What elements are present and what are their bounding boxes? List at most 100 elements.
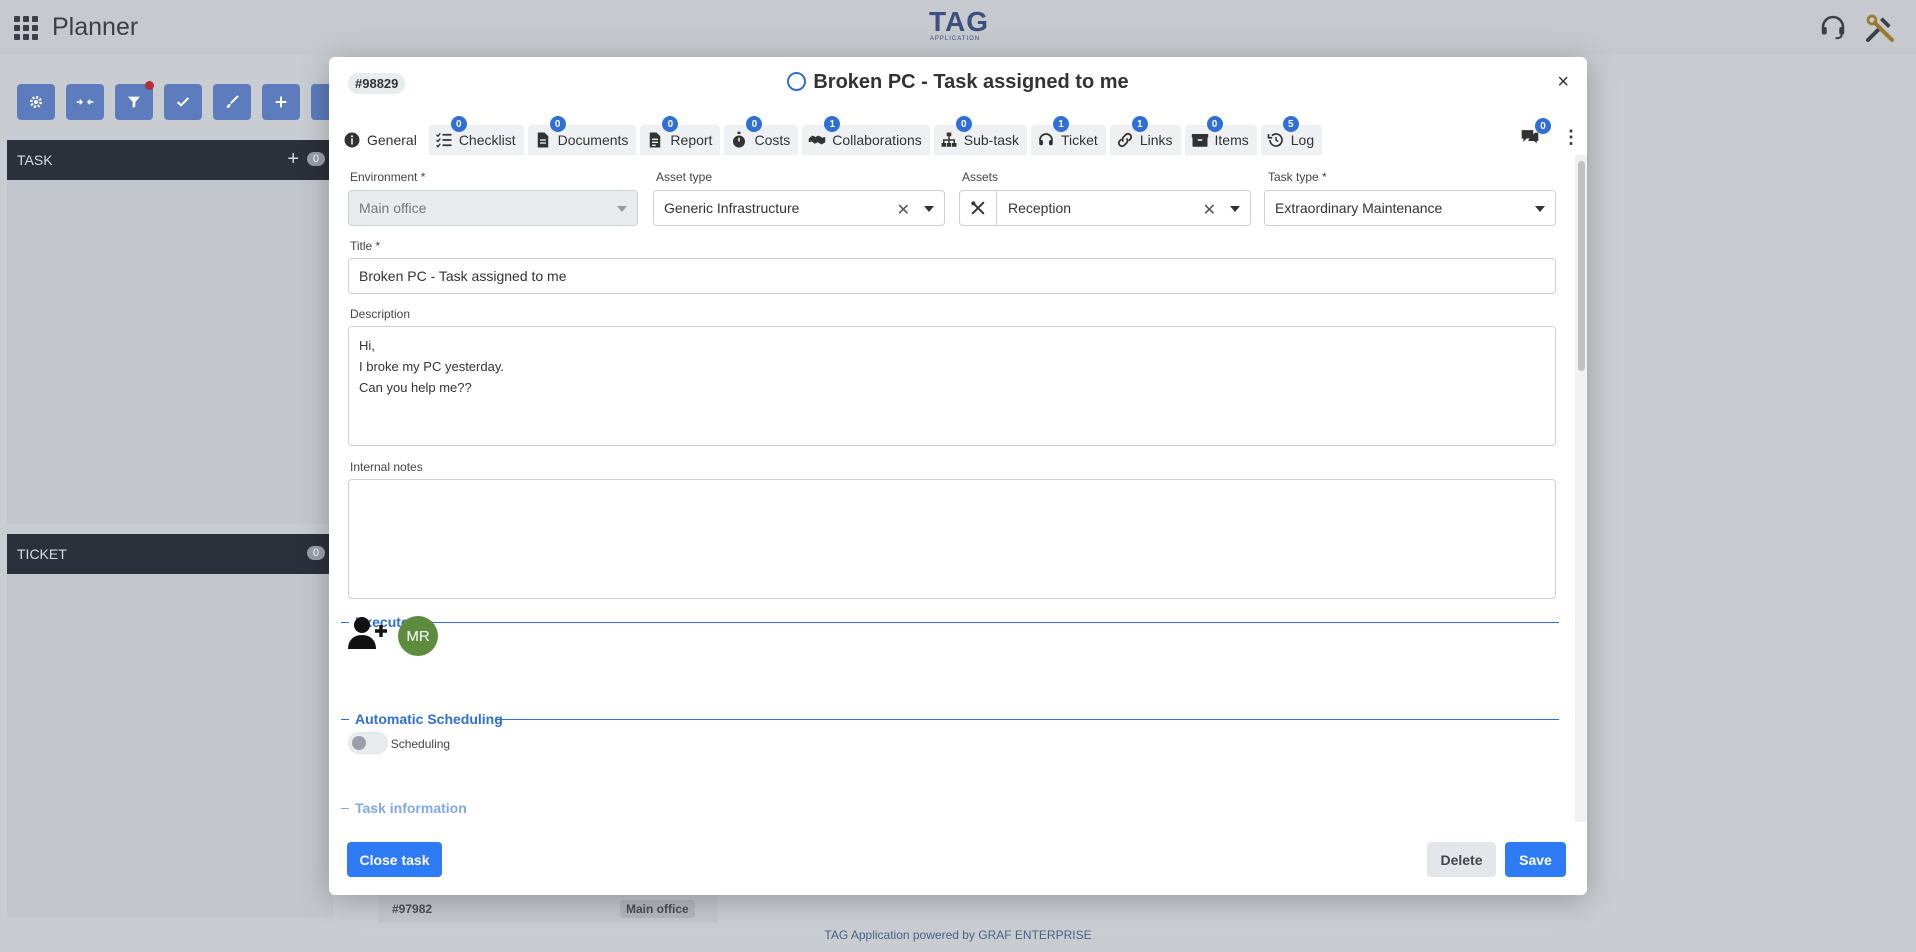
toggle-knob	[352, 736, 366, 750]
tab-checklist[interactable]: 0 Checklist	[428, 116, 524, 155]
task-modal: #98829 Broken PC - Task assigned to me ×…	[329, 57, 1587, 895]
task-column-header: TASK + 0	[7, 140, 333, 180]
more-toolbar-button[interactable]	[311, 84, 331, 120]
close-modal-button[interactable]: ×	[1557, 71, 1569, 94]
title-label: Title *	[350, 239, 381, 253]
brush-button[interactable]	[213, 84, 251, 120]
close-task-button[interactable]: Close task	[347, 842, 442, 877]
chevron-down-icon[interactable]	[1230, 206, 1240, 212]
tab-badge: 0	[1206, 116, 1223, 132]
tab-badge: 0	[955, 116, 972, 132]
plus-icon	[275, 96, 287, 108]
tab-badge: 0	[549, 116, 566, 132]
description-label: Description	[350, 307, 411, 321]
assets-label: Assets	[962, 170, 999, 184]
handshake-icon	[809, 135, 826, 145]
task-count-badge: 0	[306, 152, 325, 166]
tools-icon[interactable]	[1864, 12, 1896, 49]
tools-icon	[960, 191, 997, 225]
environment-select: Main office	[348, 190, 638, 226]
add-button[interactable]	[262, 84, 300, 120]
ticket-column: TICKET 0	[7, 534, 333, 918]
tab-badge: 1	[1053, 116, 1069, 132]
headset-icon	[1039, 133, 1053, 146]
ticket-column-header: TICKET 0	[7, 534, 333, 574]
task-column: TASK + 0	[7, 140, 333, 524]
link-icon	[1117, 132, 1132, 148]
gear-icon	[30, 96, 42, 108]
chevron-down-icon[interactable]	[1535, 206, 1545, 212]
background-card-tag: Main office	[620, 900, 695, 918]
tab-badge: 0	[662, 116, 679, 132]
tab-log[interactable]: 5 Log	[1260, 116, 1323, 155]
tab-report[interactable]: 0 Report	[640, 116, 721, 155]
tab-badge: 0	[746, 116, 763, 132]
headset-icon[interactable]	[1818, 12, 1848, 47]
task-information-section-header: Task information	[341, 798, 1559, 818]
report-icon	[650, 132, 661, 148]
app-title: Planner	[52, 13, 139, 41]
executors-section-header: Executors	[341, 612, 1559, 632]
tab-bar: General 0 Checklist 0 Documents 0 Report…	[337, 116, 1326, 155]
task-information-title: Task information	[355, 800, 467, 816]
modal-scrollbar[interactable]	[1575, 155, 1587, 822]
ticket-count-badge: 0	[306, 546, 325, 560]
environment-label: Environment *	[350, 170, 426, 184]
internal-notes-field[interactable]	[348, 479, 1556, 599]
tab-documents[interactable]: 0 Documents	[527, 116, 637, 155]
chevron-down-icon[interactable]	[924, 206, 934, 212]
task-type-select[interactable]: Extraordinary Maintenance	[1264, 190, 1556, 226]
check-button[interactable]	[164, 84, 202, 120]
tab-general[interactable]: General	[337, 125, 425, 155]
add-task-icon[interactable]: +	[287, 148, 299, 171]
sitemap-icon	[941, 132, 957, 147]
tab-sub-task[interactable]: 0 Sub-task	[933, 116, 1027, 155]
settings-button[interactable]	[17, 84, 55, 120]
filter-button[interactable]	[115, 81, 154, 120]
chevron-down-icon	[617, 206, 627, 212]
scroll-thumb[interactable]	[1578, 161, 1585, 371]
ticket-column-title: TICKET	[17, 546, 67, 562]
task-column-title: TASK	[17, 152, 53, 168]
tab-links[interactable]: 1 Links	[1109, 116, 1181, 155]
status-circle-icon[interactable]	[787, 72, 807, 91]
modal-footer: Close task Delete Save	[329, 822, 1587, 895]
add-executor-icon[interactable]	[348, 615, 388, 656]
more-options-icon[interactable]: ⋮	[1562, 127, 1580, 148]
modal-title: Broken PC - Task assigned to me	[329, 71, 1587, 94]
internal-notes-label: Internal notes	[350, 460, 423, 474]
task-type-label: Task type *	[1268, 170, 1327, 184]
clear-icon[interactable]: ✕	[1203, 200, 1216, 220]
description-field[interactable]: Hi, I broke my PC yesterday. Can you hel…	[348, 326, 1556, 446]
history-icon	[1267, 133, 1283, 147]
filter-active-dot	[145, 81, 154, 90]
title-field[interactable]: Broken PC - Task assigned to me	[348, 258, 1556, 294]
asset-type-label: Asset type	[656, 170, 713, 184]
clear-icon[interactable]: ✕	[897, 200, 910, 220]
box-icon	[1191, 134, 1208, 147]
tab-items[interactable]: 0 Items	[1184, 116, 1257, 155]
save-button[interactable]: Save	[1505, 842, 1566, 877]
tab-collaborations[interactable]: 1 Collaborations	[802, 116, 930, 155]
apps-grid-icon[interactable]	[14, 16, 38, 40]
tab-badge: 5	[1282, 116, 1299, 132]
info-icon	[344, 132, 360, 148]
document-icon	[537, 132, 548, 148]
tab-badge: 1	[1131, 116, 1148, 132]
modal-header: #98829 Broken PC - Task assigned to me ×	[329, 57, 1587, 109]
avatar[interactable]: MR	[398, 616, 438, 656]
app-footer: TAG Application powered by GRAF ENTERPRI…	[824, 928, 1092, 942]
assets-select[interactable]: Reception ✕	[959, 190, 1251, 226]
tab-badge: 0	[450, 116, 467, 132]
filter-icon	[128, 96, 140, 108]
brush-icon	[226, 95, 239, 108]
scheduling-section-header: Automatic Scheduling	[341, 709, 1559, 729]
collapse-button[interactable]	[66, 84, 104, 120]
tag-logo: TAG APPLICATION	[929, 6, 990, 43]
arrows-in-icon	[76, 99, 94, 105]
scheduling-toggle[interactable]	[348, 732, 388, 754]
asset-type-select[interactable]: Generic Infrastructure ✕	[653, 190, 945, 226]
tab-costs[interactable]: 0 Costs	[724, 116, 799, 155]
tab-ticket[interactable]: 1 Ticket	[1031, 116, 1106, 155]
delete-button[interactable]: Delete	[1427, 842, 1496, 877]
